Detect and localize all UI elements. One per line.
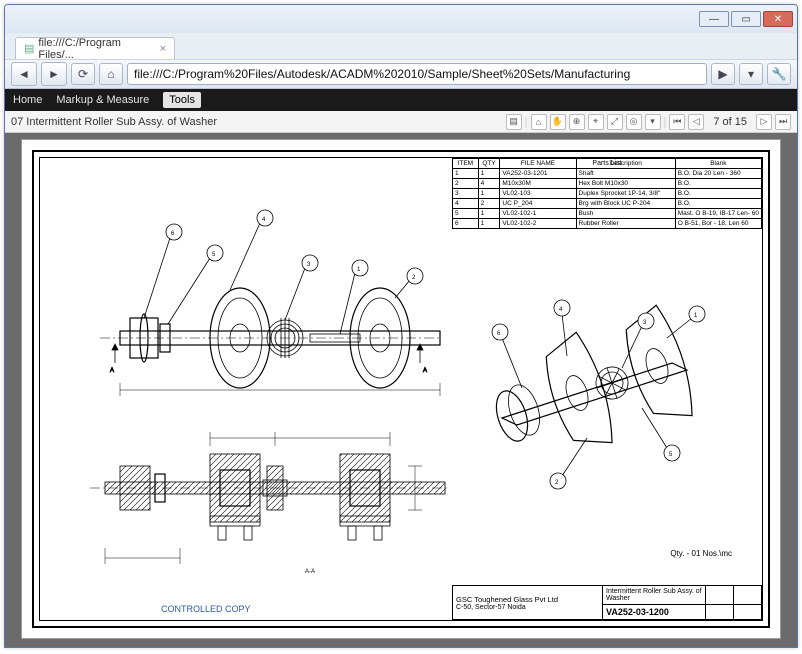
orbit-icon[interactable]: ◎ [626, 114, 642, 130]
drawing-number: VA252-03-1200 [603, 605, 706, 620]
home-icon[interactable]: ⌂ [99, 63, 123, 85]
front-view: A A 6 5 4 3 1 [60, 168, 460, 398]
table-row: 42UC P_204Brg with Block UC P-204B.O. [453, 199, 762, 209]
zoom-extents-icon[interactable]: ⤢ [607, 114, 623, 130]
tab-close-icon[interactable]: × [160, 43, 166, 55]
forward-button[interactable]: ► [41, 62, 67, 86]
wrench-icon[interactable]: 🔧 [767, 63, 791, 85]
reload-button[interactable]: ⟳ [71, 63, 95, 85]
svg-text:A-A: A-A [305, 569, 315, 575]
menu-markup[interactable]: Markup & Measure [56, 94, 149, 106]
view-dropdown-icon[interactable]: ▾ [645, 114, 661, 130]
company-address: C-50, Sector-57 Noida [456, 604, 599, 611]
app-menubar: Home Markup & Measure Tools [5, 89, 797, 111]
table-row: 24M10x30MHex Bolt M10x30B.O. [453, 179, 762, 189]
home-view-icon[interactable]: ⌂ [531, 114, 547, 130]
parts-list-table: ITEM QTY FILE NAME Description Blank 11V… [452, 158, 762, 229]
table-row: 31VL02-103Duplex Sprocket 1P-14, 3/8"B.O… [453, 189, 762, 199]
drawing-title: Intermittent Roller Sub Assy. of Washer [603, 586, 706, 605]
table-row: 61VL02-102-2Rubber RollerO B-51, Bor - 1… [453, 219, 762, 229]
qty-note: Qty. - 01 Nos.\mc [670, 549, 732, 558]
first-page-icon[interactable]: ⏮ [669, 114, 685, 130]
table-row: 51VL02-102-1BushMast. O B-19, IB-17 Len-… [453, 209, 762, 219]
pan-icon[interactable]: ✋ [550, 114, 566, 130]
company-name: GSC Toughened Glass Pvt Ltd [456, 595, 599, 604]
next-page-icon[interactable]: ▷ [756, 114, 772, 130]
svg-text:A: A [110, 368, 114, 374]
title-block: GSC Toughened Glass Pvt Ltd C-50, Sector… [452, 585, 762, 620]
tab-strip: ▤ file:///C:/Program Files/... × [5, 33, 797, 59]
zoom-window-icon[interactable]: ⌖ [588, 114, 604, 130]
zoom-in-icon[interactable]: ⊕ [569, 114, 585, 130]
browser-window: — ▭ ✕ ▤ file:///C:/Program Files/... × ◄… [4, 4, 798, 648]
svg-text:A: A [423, 368, 427, 374]
controlled-copy-stamp: CONTROLLED COPY [161, 604, 251, 614]
back-button[interactable]: ◄ [11, 62, 37, 86]
browser-tab[interactable]: ▤ file:///C:/Program Files/... × [15, 37, 175, 59]
prev-page-icon[interactable]: ◁ [688, 114, 704, 130]
document-title: 07 Intermittent Roller Sub Assy. of Wash… [11, 116, 217, 128]
parts-list-block: Parts List ITEM QTY FILE NAME Descriptio… [452, 158, 762, 169]
document-toolbar: 07 Intermittent Roller Sub Assy. of Wash… [5, 111, 797, 133]
section-view: A-A [60, 418, 460, 588]
menu-home[interactable]: Home [13, 94, 42, 106]
last-page-icon[interactable]: ⏭ [775, 114, 791, 130]
table-header-row: ITEM QTY FILE NAME Description Blank [453, 159, 762, 169]
titlebar: — ▭ ✕ [5, 5, 797, 33]
tab-title: file:///C:/Program Files/... [38, 37, 151, 61]
address-bar: ◄ ► ⟳ ⌂ ▶ ▾ 🔧 [5, 59, 797, 89]
page-menu-button[interactable]: ▾ [739, 63, 763, 85]
maximize-button[interactable]: ▭ [731, 11, 761, 27]
close-button[interactable]: ✕ [763, 11, 793, 27]
url-input[interactable] [127, 63, 707, 85]
menu-tools[interactable]: Tools [163, 92, 201, 108]
page-icon: ▤ [24, 42, 34, 55]
minimize-button[interactable]: — [699, 11, 729, 27]
table-row: 11VA252-03-1201ShaftB.O. Dia 20 Len - 36… [453, 169, 762, 179]
toc-icon[interactable]: ▤ [506, 114, 522, 130]
page-indicator: 7 of 15 [707, 116, 753, 128]
drawing-canvas[interactable]: Parts List ITEM QTY FILE NAME Descriptio… [5, 133, 797, 647]
isometric-view: 6 4 2 3 1 5 [472, 278, 732, 518]
go-button[interactable]: ▶ [711, 63, 735, 85]
drawing-sheet: Parts List ITEM QTY FILE NAME Descriptio… [21, 139, 781, 639]
